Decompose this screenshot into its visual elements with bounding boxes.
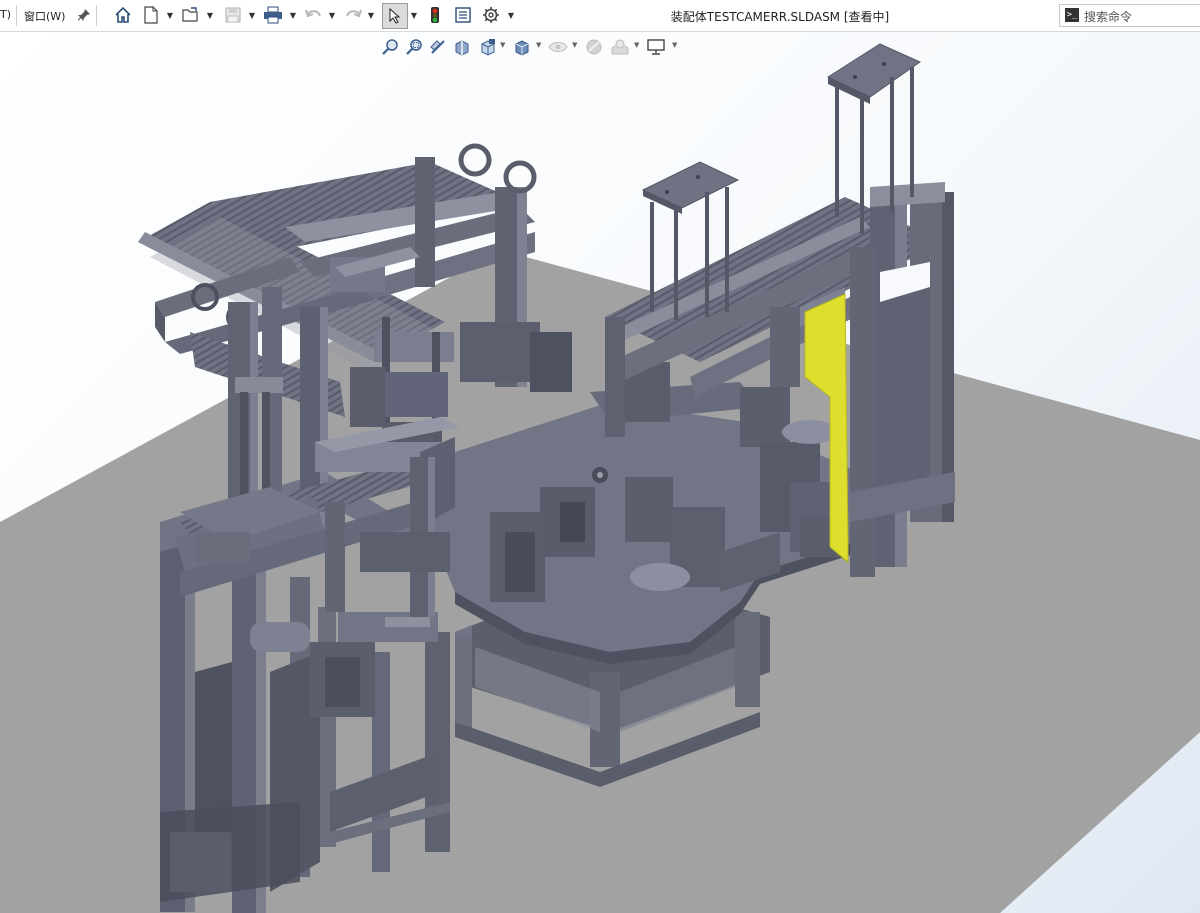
undo-icon[interactable]: [303, 4, 325, 26]
toolbar-separator: [16, 5, 17, 26]
select-cursor-icon[interactable]: [382, 3, 408, 29]
open-folder-icon[interactable]: [180, 4, 202, 26]
open-dropdown-caret[interactable]: ▼: [206, 8, 214, 22]
toolbar-separator: [96, 5, 97, 26]
title-bar: T) 窗口(W) ▼ ▼ ▼ ▼ ▼ ▼ ▼ ▼ 装配体TESTCAMERR.S…: [0, 0, 1200, 32]
save-icon[interactable]: [222, 4, 244, 26]
print-dropdown-caret[interactable]: ▼: [289, 8, 297, 22]
search-commands-placeholder[interactable]: 搜索命令: [1084, 8, 1132, 25]
menu-window[interactable]: 窗口(W): [24, 8, 65, 24]
pin-icon[interactable]: [73, 4, 95, 26]
file-properties-icon[interactable]: [452, 4, 474, 26]
home-icon[interactable]: [112, 4, 134, 26]
undo-dropdown-caret[interactable]: ▼: [328, 8, 336, 22]
options-gear-icon[interactable]: [480, 4, 502, 26]
options-dropdown-caret[interactable]: ▼: [507, 8, 515, 22]
document-title: 装配体TESTCAMERR.SLDASM [查看中]: [670, 10, 890, 24]
print-icon[interactable]: [262, 4, 284, 26]
menu-tools-fragment[interactable]: T): [0, 8, 11, 21]
redo-dropdown-caret[interactable]: ▼: [367, 8, 375, 22]
assembly-model-view[interactable]: [0, 32, 1200, 913]
new-document-icon[interactable]: [140, 4, 162, 26]
command-prompt-icon: >_: [1065, 8, 1079, 22]
save-dropdown-caret[interactable]: ▼: [248, 8, 256, 22]
search-commands-box[interactable]: >_ 搜索命令: [1059, 4, 1200, 27]
redo-icon[interactable]: [342, 4, 364, 26]
select-dropdown-caret[interactable]: ▼: [410, 8, 418, 22]
traffic-light-icon[interactable]: [424, 4, 446, 26]
new-dropdown-caret[interactable]: ▼: [166, 8, 174, 22]
